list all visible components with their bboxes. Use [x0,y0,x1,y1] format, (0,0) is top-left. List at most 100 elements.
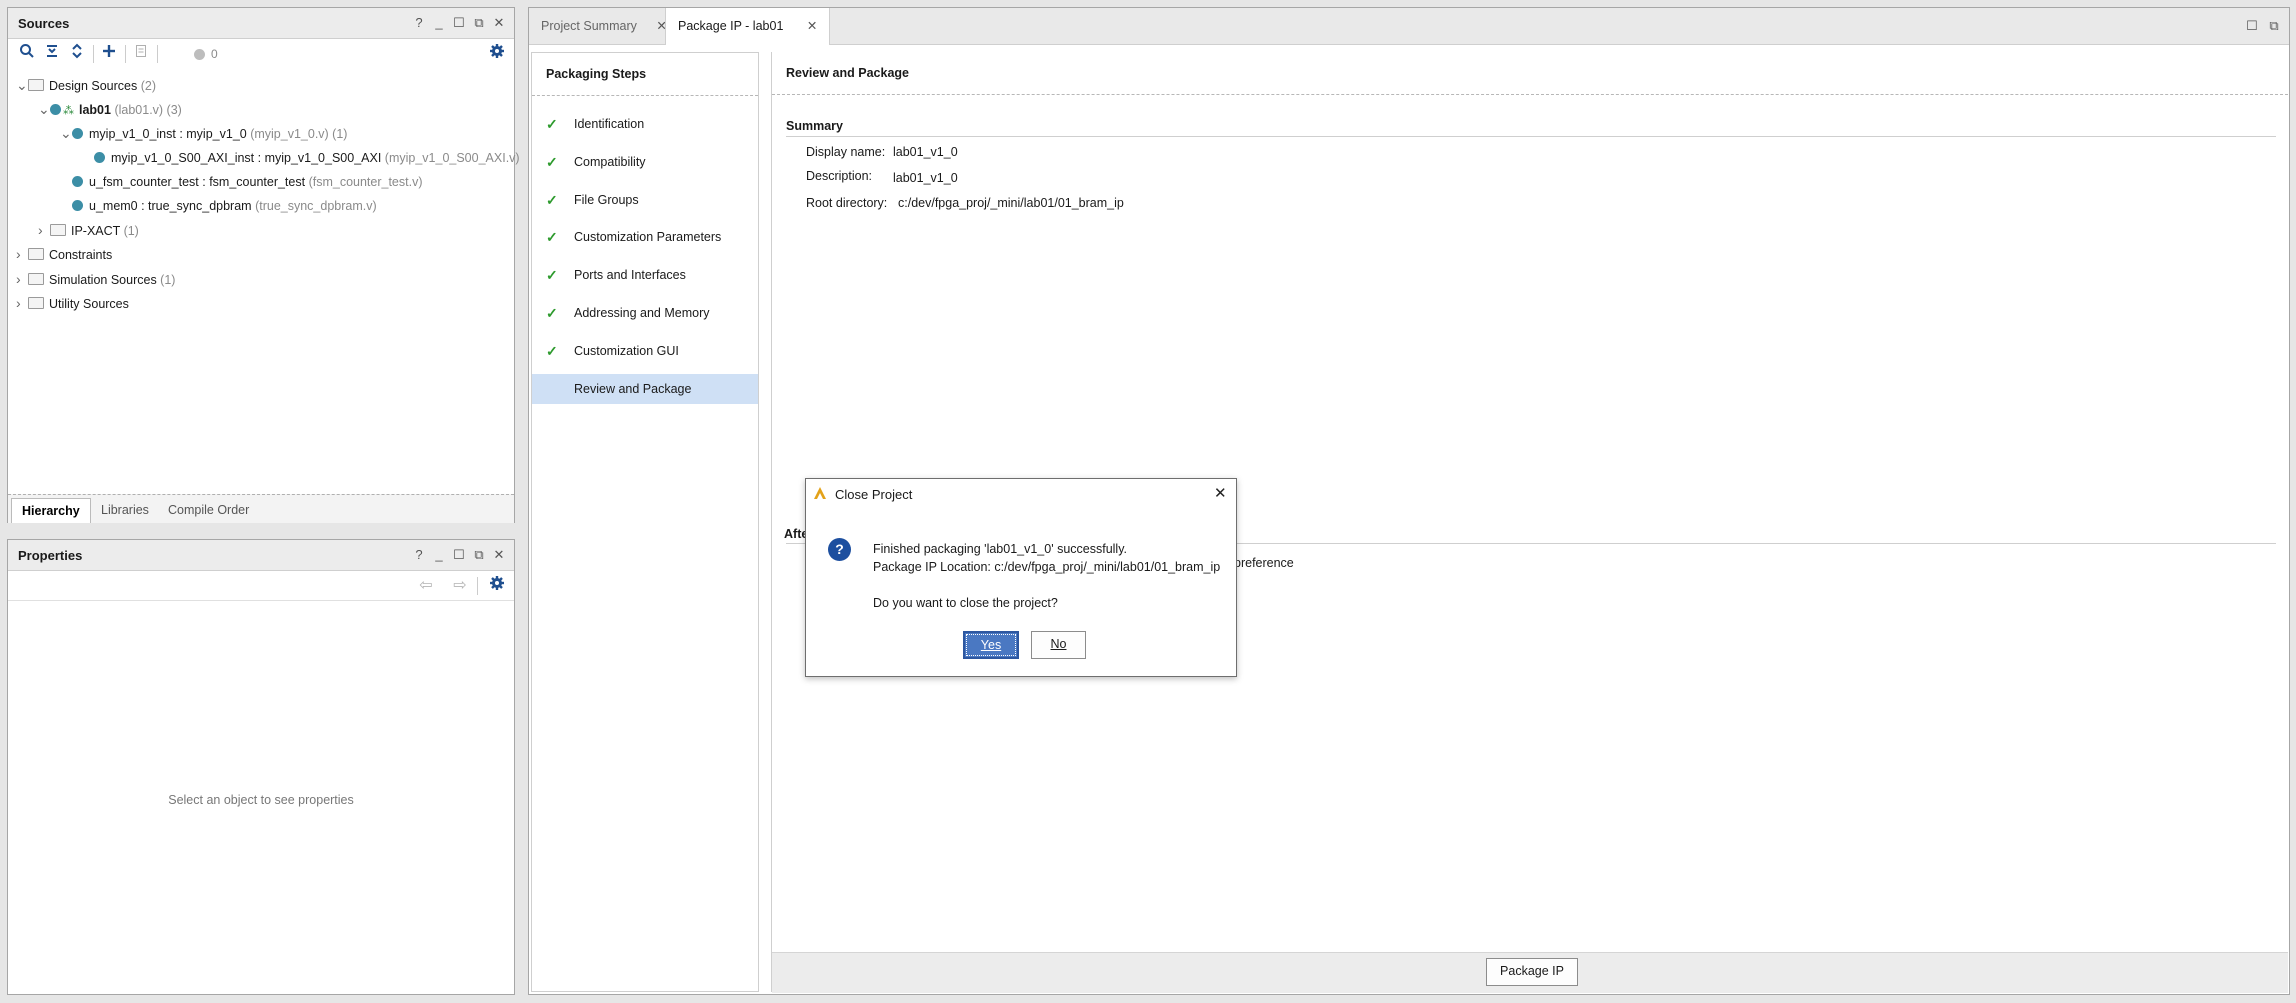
description-value: lab01_v1_0 [893,171,958,185]
packaging-step-label: Addressing and Memory [574,306,710,320]
packaging-steps-divider [532,95,758,96]
tab-libraries[interactable]: Libraries [91,498,159,522]
packaging-step-item[interactable]: ✓ Customization Parameters [532,222,758,252]
tree-row[interactable]: › Simulation Sources (1) [16,268,175,290]
root-directory-value: c:/dev/fpga_proj/_mini/lab01/01_bram_ip [898,196,1124,210]
tree-row[interactable]: u_fsm_counter_test : fsm_counter_test (f… [60,171,423,193]
summary-divider [786,136,2276,137]
after-packaging-text: preference [1234,556,1294,570]
tab-hierarchy[interactable]: Hierarchy [11,498,91,523]
tree-row[interactable]: u_mem0 : true_sync_dpbram (true_sync_dpb… [60,195,377,217]
package-ip-button[interactable]: Package IP [1486,958,1578,986]
properties-panel-title: Properties [18,548,83,563]
dialog-close-icon[interactable]: ✕ [1214,484,1227,502]
tree-row-detail: (true_sync_dpbram.v) [251,199,377,213]
review-title: Review and Package [786,66,909,80]
tab-package-ip[interactable]: Package IP - lab01 ✕ [665,8,831,45]
module-icon [50,104,61,116]
packaging-step-item[interactable]: ✓ Customization GUI [532,336,758,366]
dialog-title-bar: Close Project ✕ [806,479,1236,509]
tree-row[interactable]: › Constraints [16,243,112,265]
tree-row-detail: (lab01.v) (3) [110,103,182,118]
folder-icon [28,272,44,285]
checkmark-icon: ✓ [546,342,558,359]
checkmark-icon: ✓ [546,153,558,170]
tab-project-summary-label: Project Summary [541,19,637,33]
sources-tree: ⌄ Design Sources (2) ⌄ ⁂ lab01 (lab01.v) (3)… [8,74,520,494]
help-icon[interactable]: ? [410,546,428,564]
chevron-right-icon[interactable]: › [16,268,28,290]
help-icon[interactable]: ? [410,14,428,32]
chevron-down-icon[interactable]: ⌄ [38,98,50,120]
tree-row-detail: (2) [137,79,156,93]
maximize-icon[interactable]: ☐ [450,14,468,32]
no-button[interactable]: No [1031,631,1086,659]
checkmark-icon: ✓ [546,229,558,246]
close-tab-icon[interactable]: ✕ [807,19,817,33]
float-icon[interactable]: ⧉ [2265,17,2283,35]
summary-heading: Summary [786,119,843,133]
yes-button[interactable]: Yes [963,631,1019,659]
status-dot-icon [194,49,205,60]
tree-row[interactable]: ⌄ ⁂ lab01 (lab01.v) (3) [38,98,182,120]
minimize-icon[interactable]: _ [430,546,448,564]
search-icon[interactable] [16,43,38,65]
tree-row-label: myip_v1_0_inst : myip_v1_0 [89,127,247,142]
expand-all-icon[interactable] [66,43,88,65]
properties-empty-text: Select an object to see properties [168,793,354,807]
forward-arrow-icon[interactable]: ⇨ [449,575,471,597]
packaging-steps-panel: Packaging Steps ✓ Identification ✓ Compatib… [531,52,759,992]
minimize-icon[interactable]: _ [430,14,448,32]
packaging-step-item[interactable]: Review and Package [532,373,758,404]
packaging-step-label: Review and Package [574,381,692,396]
packaging-step-item[interactable]: ✓ File Groups [532,185,758,215]
tree-row[interactable]: ⌄ Design Sources (2) [16,74,156,96]
tree-row-label: Simulation Sources [49,272,157,287]
packaging-step-item[interactable]: ✓ Compatibility [532,147,758,177]
settings-gear-icon[interactable] [486,43,508,65]
packaging-step-label: Identification [574,117,645,131]
dialog-question: Do you want to close the project? [873,596,1058,610]
packaging-step-item[interactable]: ✓ Addressing and Memory [532,298,758,328]
tree-row[interactable]: › IP-XACT (1) [38,219,139,241]
document-icon[interactable] [130,43,152,65]
chevron-down-icon[interactable]: ⌄ [60,122,72,144]
packaging-step-item[interactable]: ✓ Ports and Interfaces [532,260,758,290]
chevron-down-icon[interactable]: ⌄ [16,74,28,96]
tree-row-label: Utility Sources [49,296,129,311]
settings-gear-icon[interactable] [486,575,508,597]
tree-row[interactable]: ⌄ myip_v1_0_inst : myip_v1_0 (myip_v1_0.v… [60,122,347,144]
module-icon [94,151,105,163]
dialog-message-line2: Package IP Location: c:/dev/fpga_proj/_m… [873,560,1221,574]
packaging-step-label: Customization GUI [574,343,679,358]
module-icon [72,128,83,140]
tree-row[interactable]: myip_v1_0_S00_AXI_inst : myip_v1_0_S00_A… [82,147,520,169]
close-icon[interactable]: ✕ [490,546,508,564]
packaging-step-label: Ports and Interfaces [574,268,686,283]
maximize-icon[interactable]: ☐ [450,546,468,564]
properties-toolbar: ⇦ ⇨ [8,572,514,601]
tab-compile-order[interactable]: Compile Order [158,498,259,522]
add-sources-icon[interactable] [98,43,120,65]
folder-icon [28,248,44,261]
tree-row[interactable]: › Utility Sources [16,292,129,314]
sources-panel-title: Sources [18,16,70,31]
chevron-right-icon[interactable]: › [38,219,50,241]
back-arrow-icon[interactable]: ⇦ [415,575,437,597]
chevron-right-icon[interactable]: › [16,243,28,265]
close-icon[interactable]: ✕ [490,14,508,32]
toolbar-separator [125,45,126,63]
top-module-hierarchy-icon: ⁂ [63,105,74,118]
tab-project-summary[interactable]: Project Summary ✕ [529,8,679,44]
collapse-all-icon[interactable] [41,43,63,65]
packaging-step-label: Customization Parameters [574,230,722,245]
float-icon[interactable]: ⧉ [470,546,488,564]
module-icon [72,200,83,211]
tree-row-label: myip_v1_0_S00_AXI_inst : myip_v1_0_S00_A… [111,150,382,165]
question-icon: ? [828,538,851,561]
tree-row-label: u_mem0 : true_sync_dpbram [89,199,252,213]
float-icon[interactable]: ⧉ [470,14,488,32]
packaging-step-item[interactable]: ✓ Identification [532,109,758,139]
maximize-icon[interactable]: ☐ [2243,17,2261,35]
chevron-right-icon[interactable]: › [16,292,28,314]
